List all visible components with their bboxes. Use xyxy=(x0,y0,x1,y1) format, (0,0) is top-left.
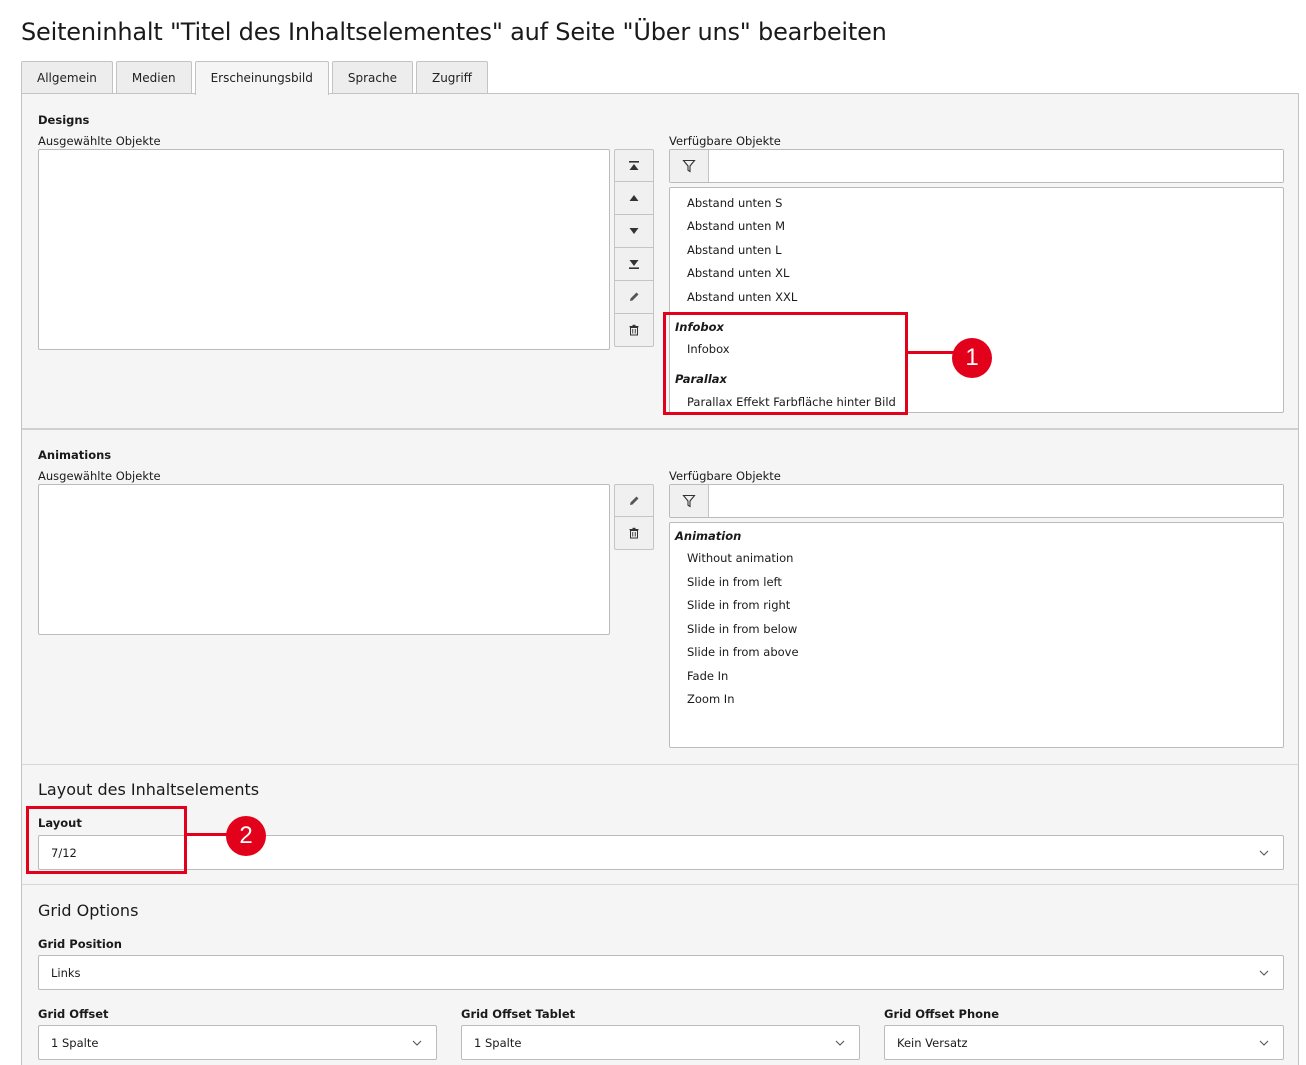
layout-select-value: 7/12 xyxy=(51,846,77,860)
grid-offset-tablet-value: 1 Spalte xyxy=(474,1036,522,1050)
animations-filter xyxy=(669,484,1284,518)
grid-offset-select[interactable]: 1 Spalte xyxy=(38,1025,437,1060)
tab-allgemein[interactable]: Allgemein xyxy=(21,61,113,94)
section-divider xyxy=(22,764,1298,765)
delete-button[interactable] xyxy=(614,314,654,347)
tab-zugriff[interactable]: Zugriff xyxy=(415,61,488,94)
chevron-down-icon xyxy=(1259,1040,1269,1046)
designs-filter xyxy=(669,149,1284,183)
grid-offset-phone-label: Grid Offset Phone xyxy=(884,1007,1000,1021)
chevron-down-icon xyxy=(835,1040,845,1046)
list-item[interactable]: Zoom In xyxy=(687,692,735,706)
edit-button[interactable] xyxy=(614,484,654,517)
designs-selected-label: Ausgewählte Objekte xyxy=(38,134,161,148)
list-item[interactable]: Abstand unten M xyxy=(687,219,785,233)
designs-filter-input[interactable] xyxy=(709,150,1283,182)
list-item[interactable]: Without animation xyxy=(687,551,793,565)
pencil-icon xyxy=(630,292,639,301)
move-to-bottom-button[interactable] xyxy=(614,248,654,281)
annotation-badge-1: 1 xyxy=(952,338,992,378)
move-to-top-icon xyxy=(629,160,639,170)
animations-filter-input[interactable] xyxy=(709,485,1283,517)
grid-offset-tablet-select[interactable]: 1 Spalte xyxy=(461,1025,860,1060)
optgroup-infobox: Infobox xyxy=(675,320,724,334)
designs-sort-buttons xyxy=(614,149,654,347)
animations-buttons xyxy=(614,484,654,550)
designs-selected-list[interactable] xyxy=(38,149,610,350)
layout-label: Layout xyxy=(38,816,82,830)
highlight-connector-1 xyxy=(907,351,955,354)
list-item[interactable]: Slide in from above xyxy=(687,645,799,659)
animations-available-label: Verfügbare Objekte xyxy=(669,469,781,483)
list-item[interactable]: Abstand unten XL xyxy=(687,266,789,280)
grid-offset-value: 1 Spalte xyxy=(51,1036,99,1050)
section-divider xyxy=(22,428,1298,430)
list-item[interactable]: Abstand unten L xyxy=(687,243,781,257)
tab-sprache[interactable]: Sprache xyxy=(331,61,413,94)
move-up-button[interactable] xyxy=(614,182,654,215)
grid-position-select[interactable]: Links xyxy=(38,955,1284,990)
layout-select[interactable]: 7/12 xyxy=(38,835,1284,870)
trash-icon xyxy=(629,324,639,336)
grid-position-value: Links xyxy=(51,966,81,980)
edit-button[interactable] xyxy=(614,281,654,314)
section-divider xyxy=(22,884,1298,885)
tab-bar: Allgemein Medien Erscheinungsbild Sprach… xyxy=(21,61,491,95)
grid-offset-label: Grid Offset xyxy=(38,1007,109,1021)
tab-erscheinungsbild[interactable]: Erscheinungsbild xyxy=(194,61,329,95)
move-down-icon xyxy=(629,228,639,234)
grid-position-label: Grid Position xyxy=(38,937,122,951)
tab-panel: Designs Ausgewählte Objekte Verfügbare O… xyxy=(21,93,1299,1065)
move-to-top-button[interactable] xyxy=(614,149,654,182)
move-down-button[interactable] xyxy=(614,215,654,248)
list-item[interactable]: Infobox xyxy=(687,342,730,356)
optgroup-parallax: Parallax xyxy=(675,372,727,386)
grid-offset-phone-value: Kein Versatz xyxy=(897,1036,968,1050)
designs-heading: Designs xyxy=(38,113,90,127)
filter-icon xyxy=(670,485,709,517)
delete-button[interactable] xyxy=(614,517,654,550)
grid-section-heading: Grid Options xyxy=(38,901,139,920)
chevron-down-icon xyxy=(1259,850,1269,856)
chevron-down-icon xyxy=(1259,970,1269,976)
annotation-badge-2: 2 xyxy=(226,816,266,856)
list-item[interactable]: Abstand unten S xyxy=(687,196,782,210)
designs-available-label: Verfügbare Objekte xyxy=(669,134,781,148)
layout-section-heading: Layout des Inhaltselements xyxy=(38,780,260,799)
optgroup-animation: Animation xyxy=(675,529,742,543)
animations-selected-label: Ausgewählte Objekte xyxy=(38,469,161,483)
page-title: Seiteninhalt "Titel des Inhaltselementes… xyxy=(21,18,887,46)
trash-icon xyxy=(629,527,639,539)
animations-selected-list[interactable] xyxy=(38,484,610,635)
filter-icon xyxy=(670,150,709,182)
list-item[interactable]: Fade In xyxy=(687,669,728,683)
grid-offset-tablet-label: Grid Offset Tablet xyxy=(461,1007,576,1021)
list-item[interactable]: Slide in from below xyxy=(687,622,797,636)
list-item[interactable]: Parallax Effekt Farbfläche hinter Bild xyxy=(687,395,896,409)
list-item[interactable]: Abstand unten XXL xyxy=(687,290,797,304)
list-item[interactable]: Slide in from right xyxy=(687,598,790,612)
animations-available-list[interactable]: Animation Without animation Slide in fro… xyxy=(669,522,1284,748)
move-up-icon xyxy=(629,195,639,201)
tab-medien[interactable]: Medien xyxy=(115,61,192,94)
move-to-bottom-icon xyxy=(629,260,639,269)
highlight-connector-2 xyxy=(186,833,230,836)
designs-available-list[interactable]: Abstand unten S Abstand unten M Abstand … xyxy=(669,187,1284,413)
chevron-down-icon xyxy=(412,1040,422,1046)
pencil-icon xyxy=(630,496,639,505)
animations-heading: Animations xyxy=(38,448,112,462)
grid-offset-phone-select[interactable]: Kein Versatz xyxy=(884,1025,1284,1060)
list-item[interactable]: Slide in from left xyxy=(687,575,782,589)
